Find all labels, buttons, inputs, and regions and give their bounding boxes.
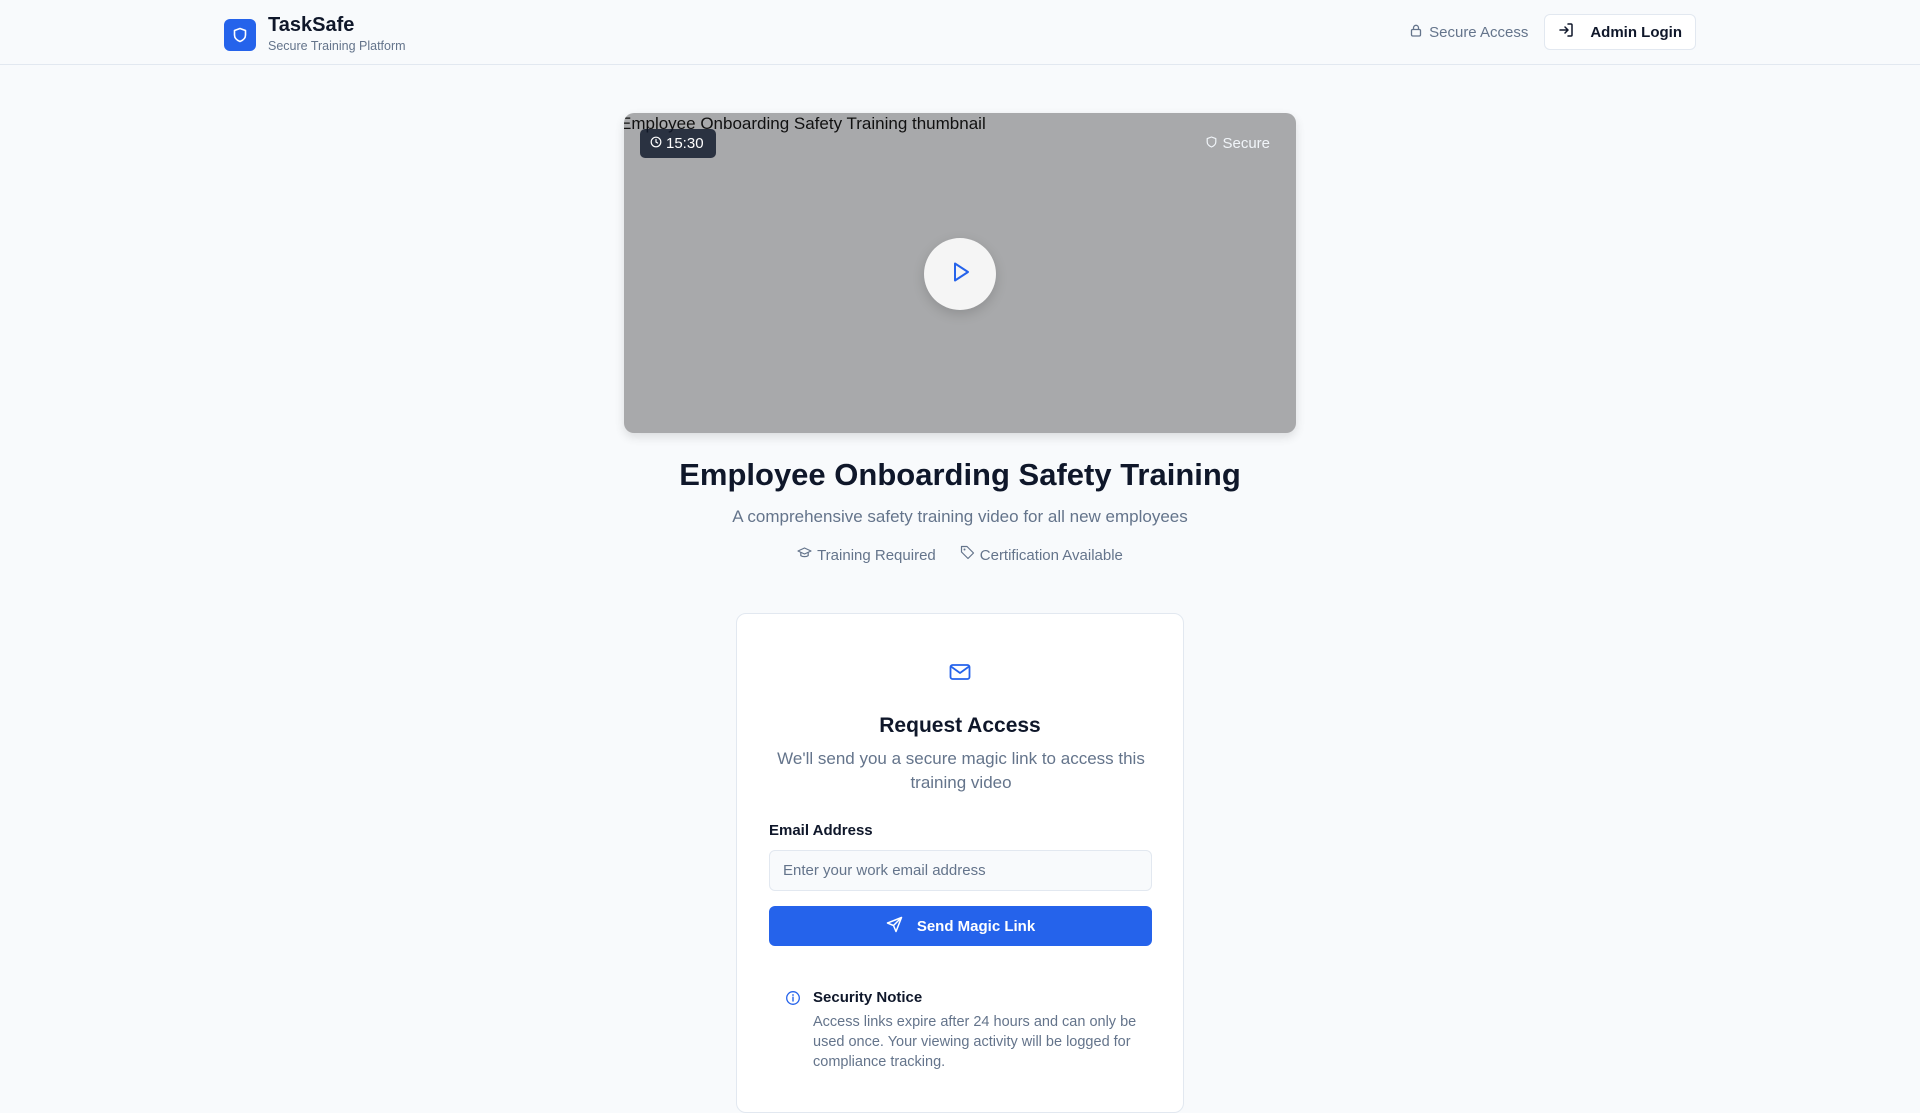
send-icon — [886, 916, 917, 937]
card-title: Request Access — [879, 714, 1041, 737]
tag-label: Training Required — [817, 546, 936, 564]
clock-icon — [650, 135, 666, 152]
shield-icon — [1206, 135, 1222, 152]
secure-badge: Secure — [1206, 135, 1270, 152]
training-tags: Training Required Certification Availabl… — [0, 545, 1920, 566]
security-notice: Security Notice Access links expire afte… — [785, 988, 1137, 1072]
shield-icon — [224, 18, 256, 51]
info-icon — [785, 990, 801, 1011]
tag-label: Certification Available — [979, 546, 1123, 564]
mail-icon — [948, 660, 972, 689]
lock-icon — [1410, 24, 1429, 41]
brand[interactable]: TaskSafe Secure Training Platform — [224, 14, 406, 55]
notice-text: Access links expire after 24 hours and c… — [813, 1014, 1137, 1070]
page-title: Employee Onboarding Safety Training — [679, 457, 1241, 492]
secure-access-indicator: Secure Access — [1410, 24, 1528, 41]
secure-label: Secure — [1222, 135, 1270, 152]
card-description: We'll send you a secure magic link to ac… — [777, 749, 1145, 792]
notice-title: Security Notice — [813, 989, 923, 1006]
graduation-cap-icon — [797, 546, 817, 566]
top-header: TaskSafe Secure Training Platform Secure… — [0, 0, 1920, 65]
login-icon — [1558, 22, 1590, 42]
brand-subtitle: Secure Training Platform — [268, 39, 406, 53]
admin-login-button[interactable]: Admin Login — [1544, 14, 1696, 50]
page-subtitle: A comprehensive safety training video fo… — [732, 507, 1188, 526]
tag-certification-available: Certification Available — [960, 545, 1123, 566]
tag-icon — [960, 545, 980, 566]
duration-text: 15:30 — [666, 135, 704, 152]
play-icon — [947, 259, 973, 290]
email-label: Email Address — [769, 822, 873, 839]
secure-access-label: Secure Access — [1429, 23, 1529, 41]
tag-training-required: Training Required — [797, 545, 936, 566]
send-magic-link-button[interactable]: Send Magic Link — [769, 906, 1152, 946]
send-button-label: Send Magic Link — [916, 917, 1036, 935]
duration-badge: 15:30 — [640, 129, 716, 158]
request-access-card: Request Access We'll send you a secure m… — [736, 613, 1184, 1113]
video-player[interactable]: Employee Onboarding Safety Training thum… — [624, 113, 1296, 433]
admin-login-label: Admin Login — [1590, 23, 1682, 41]
brand-name: TaskSafe — [268, 14, 355, 36]
play-button[interactable] — [924, 238, 996, 310]
email-field[interactable] — [769, 850, 1152, 891]
